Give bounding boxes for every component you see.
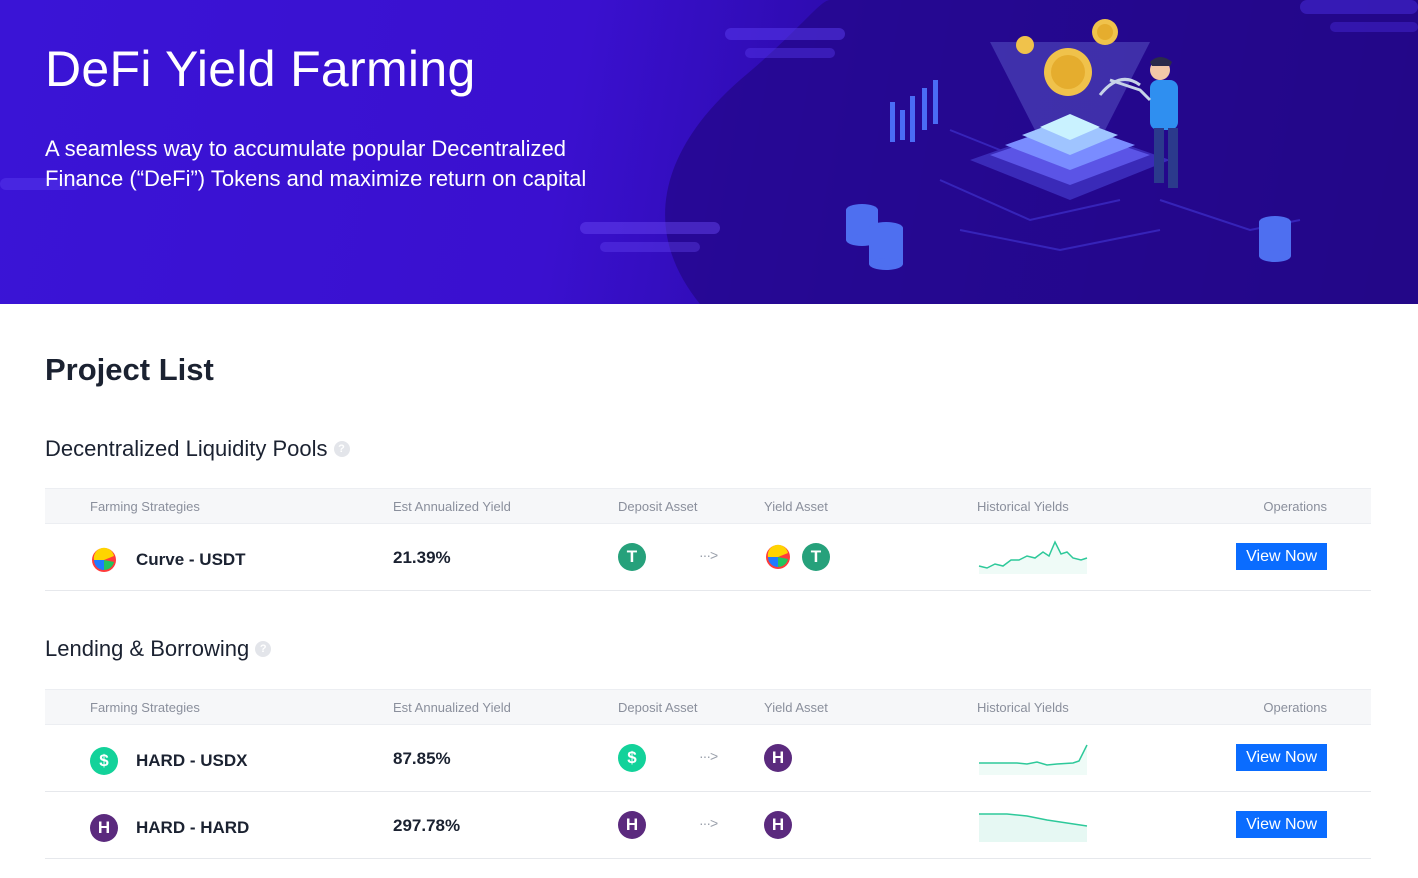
yield-value: 297.78%: [393, 816, 461, 835]
yield-asset: T: [764, 543, 830, 571]
column-header-yield-asset: Yield Asset: [764, 499, 828, 514]
table-row: H HARD - HARD 297.78% H ···> H View Now: [45, 792, 1371, 859]
view-now-button[interactable]: View Now: [1236, 543, 1327, 570]
column-header-yield: Est Annualized Yield: [393, 700, 511, 715]
usdx-icon: $: [90, 747, 118, 775]
hard-icon: H: [764, 744, 792, 772]
yield-asset: H: [764, 744, 792, 772]
usdt-icon: T: [802, 543, 830, 571]
strategy-name: Curve - USDT: [136, 550, 246, 569]
column-header-history: Historical Yields: [977, 499, 1069, 514]
strategy-cell: $ HARD - USDX: [90, 747, 247, 775]
hard-icon: H: [764, 811, 792, 839]
help-icon[interactable]: ?: [333, 441, 350, 457]
column-header-yield: Est Annualized Yield: [393, 499, 511, 514]
section-title-label: Lending & Borrowing: [45, 636, 250, 661]
arrow-icon: ···>: [699, 748, 718, 764]
arrow-icon: ···>: [699, 547, 718, 563]
hero-subtitle: A seamless way to accumulate popular Dec…: [45, 136, 587, 191]
section-title-liquidity-pools: Decentralized Liquidity Pools ?: [45, 436, 350, 462]
hard-icon: H: [90, 814, 118, 842]
column-header-yield-asset: Yield Asset: [764, 700, 828, 715]
historical-yield-sparkline: [978, 540, 1088, 574]
historical-yield-sparkline: [979, 744, 1088, 775]
view-now-button[interactable]: View Now: [1236, 744, 1327, 771]
table-row: $ HARD - USDX 87.85% $ ···> H View Now: [45, 725, 1371, 792]
yield-asset: H: [764, 811, 792, 839]
section-title-lending-borrowing: Lending & Borrowing ?: [45, 636, 272, 662]
table-row: Curve - USDT 21.39% T ···> T View Now: [45, 524, 1371, 591]
strategy-cell: H HARD - HARD: [90, 814, 249, 842]
curve-icon: [92, 547, 116, 572]
yield-value: 21.39%: [393, 548, 451, 567]
help-icon[interactable]: ?: [255, 641, 272, 657]
section-title-label: Decentralized Liquidity Pools: [45, 436, 328, 461]
arrow-icon: ···>: [699, 815, 718, 831]
yield-value: 87.85%: [393, 749, 451, 768]
column-header-strategy: Farming Strategies: [90, 499, 200, 514]
table-header: Farming Strategies Est Annualized Yield …: [45, 488, 1371, 524]
usdt-icon: T: [618, 543, 646, 571]
lending-borrowing-table: Farming Strategies Est Annualized Yield …: [45, 689, 1371, 859]
usdx-icon: $: [618, 744, 646, 772]
strategy-name: HARD - HARD: [136, 818, 250, 837]
liquidity-pools-table: Farming Strategies Est Annualized Yield …: [45, 488, 1371, 591]
column-header-strategy: Farming Strategies: [90, 700, 200, 715]
curve-icon: [766, 544, 790, 569]
deposit-asset: T: [618, 543, 646, 571]
hard-icon: H: [618, 811, 646, 839]
column-header-history: Historical Yields: [977, 700, 1069, 715]
deposit-asset: H: [618, 811, 646, 839]
deposit-asset: $: [618, 744, 646, 772]
strategy-cell: Curve - USDT: [90, 546, 246, 574]
yield-farming-illustration: [846, 19, 1301, 270]
column-header-operations: Operations: [1263, 700, 1327, 715]
strategy-name: HARD - USDX: [136, 751, 248, 770]
view-now-button[interactable]: View Now: [1236, 811, 1327, 838]
page-title: Project List: [45, 352, 214, 387]
hero-banner: DeFi Yield Farming A seamless way to acc…: [0, 0, 1418, 304]
table-header: Farming Strategies Est Annualized Yield …: [45, 689, 1371, 725]
column-header-deposit: Deposit Asset: [618, 499, 698, 514]
column-header-deposit: Deposit Asset: [618, 700, 698, 715]
hero-title: DeFi Yield Farming: [45, 41, 476, 97]
column-header-operations: Operations: [1263, 499, 1327, 514]
historical-yield-sparkline: [979, 813, 1088, 842]
